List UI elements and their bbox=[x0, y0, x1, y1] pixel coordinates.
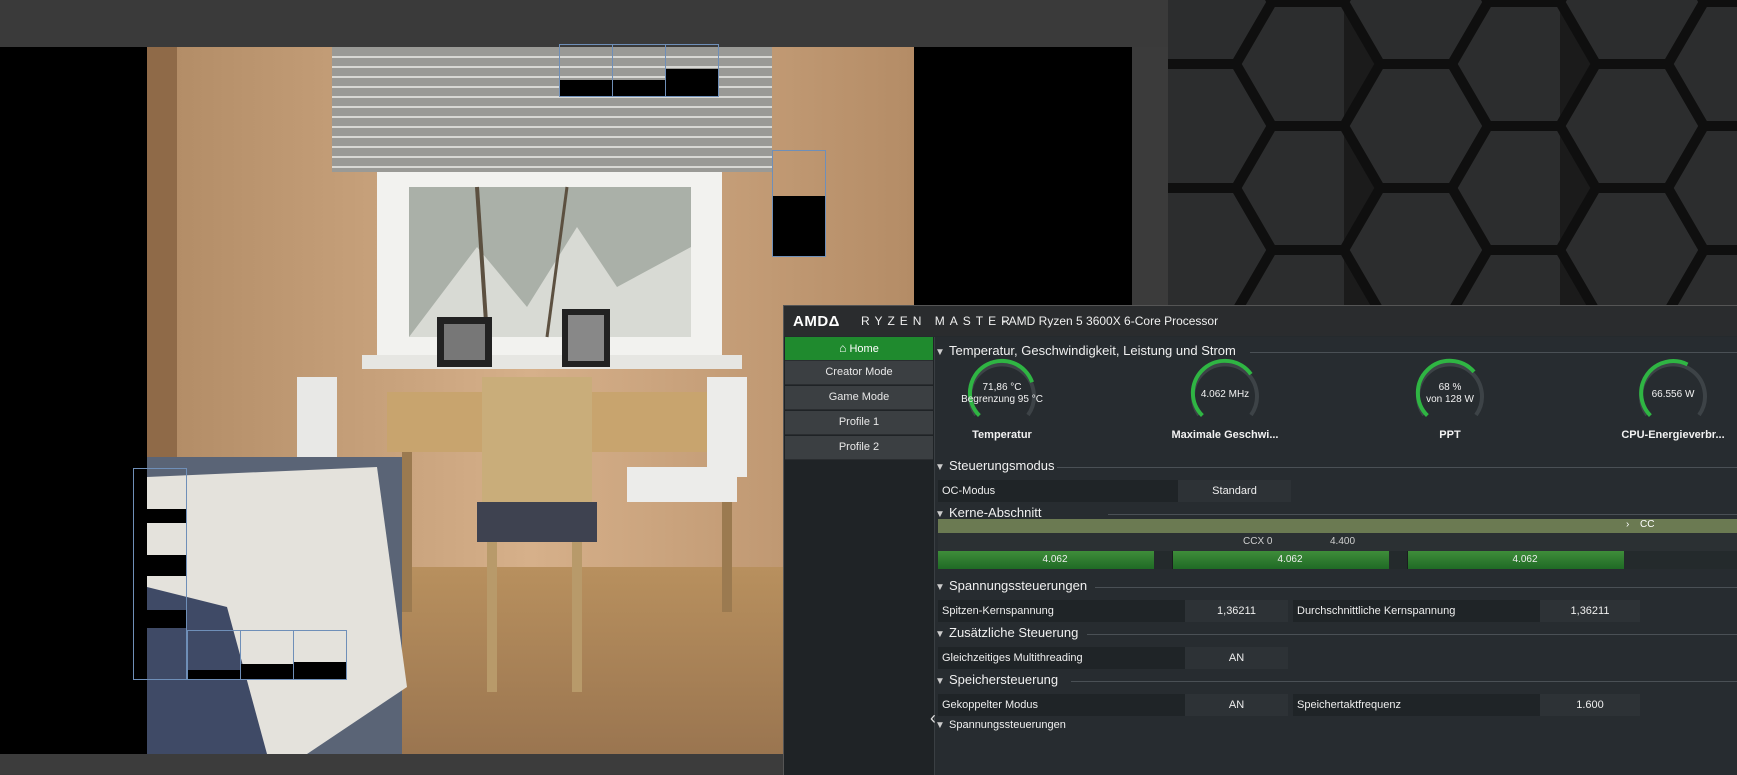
divider bbox=[1250, 352, 1737, 353]
ccd-header-bar[interactable]: › CC bbox=[938, 519, 1737, 533]
ccx-row: CCX 0 4.400 bbox=[938, 533, 1737, 551]
home-icon: ⌂ bbox=[839, 341, 847, 355]
sidebar-item-label: Game Mode bbox=[828, 391, 890, 403]
core-speed-value: 4.062 bbox=[1277, 554, 1303, 565]
sidebar: ⌂ Home Creator Mode Game Mode Profile 1 … bbox=[784, 337, 940, 775]
missing-tile bbox=[560, 80, 612, 96]
missing-tile bbox=[294, 662, 346, 679]
core-speed-value: 4.062 bbox=[1042, 554, 1068, 565]
divider bbox=[1095, 587, 1737, 588]
gauge-max-speed: 4.062 MHz Maximale Geschwi... bbox=[1155, 357, 1295, 449]
missing-tile bbox=[613, 80, 665, 96]
oc-mode-value[interactable]: Standard bbox=[1178, 480, 1291, 502]
sidebar-item-label: Profile 2 bbox=[838, 441, 880, 453]
main-panel: ▼ Temperatur, Geschwindigkeit, Leistung u… bbox=[935, 337, 1737, 775]
core-speed-bar: 4.062 bbox=[1173, 551, 1408, 569]
sidebar-item-home[interactable]: ⌂ Home bbox=[785, 337, 933, 361]
window-title: - AMD Ryzen 5 3600X 6-Core Processor bbox=[1002, 314, 1219, 328]
memory-clock-row: Speichertaktfrequenz 1.600 bbox=[1293, 694, 1737, 716]
section-header-memory[interactable]: ▼ Speichersteuerung bbox=[935, 672, 1737, 690]
gauge-value: 71,86 °C bbox=[982, 382, 1022, 393]
chevron-down-icon: ▼ bbox=[935, 629, 945, 640]
sidebar-item-label: Creator Mode bbox=[825, 366, 893, 378]
missing-tile bbox=[134, 509, 186, 523]
sidebar-item-label: Home bbox=[849, 343, 879, 355]
gauge-value: 68 % bbox=[1438, 382, 1462, 393]
coupled-mode-toggle[interactable]: AN bbox=[1185, 694, 1288, 716]
avg-voltage-value: 1,36211 bbox=[1540, 600, 1640, 622]
amd-logo: AMDΔ bbox=[793, 313, 840, 330]
sidebar-item-label: Profile 1 bbox=[838, 416, 880, 428]
core-speed-bar: 4.062 bbox=[1408, 551, 1642, 569]
divider bbox=[1108, 514, 1737, 515]
divider bbox=[1087, 634, 1737, 635]
missing-tile bbox=[666, 69, 718, 96]
missing-tile bbox=[188, 670, 240, 679]
viewer-toolbar bbox=[0, 0, 1168, 47]
section-header-voltage[interactable]: ▼ Spannungssteuerungen bbox=[935, 578, 1737, 596]
core-speeds-row: 4.062 4.062 4.062 bbox=[938, 551, 1737, 569]
setting-label: Durchschnittliche Kernspannung bbox=[1293, 600, 1540, 622]
smt-toggle[interactable]: AN bbox=[1185, 647, 1288, 669]
sidebar-item-profile-1[interactable]: Profile 1 bbox=[785, 411, 933, 435]
sidebar-item-creator-mode[interactable]: Creator Mode bbox=[785, 361, 933, 385]
missing-tile bbox=[134, 555, 186, 576]
chevron-down-icon: ▼ bbox=[935, 720, 945, 731]
sidebar-item-profile-2[interactable]: Profile 2 bbox=[785, 436, 933, 460]
gauge-temperature: 71,86 °C Begrenzung 95 °C Temperatur bbox=[932, 357, 1072, 449]
gauge-ppt: 68 % von 128 W PPT bbox=[1380, 357, 1520, 449]
app-brand: RYZEN MASTER bbox=[861, 314, 1015, 328]
section-header-additional[interactable]: ▼ Zusätzliche Steuerung bbox=[935, 625, 1737, 643]
oc-mode-row: OC-Modus Standard bbox=[938, 480, 1291, 502]
chevron-down-icon: ▼ bbox=[935, 462, 945, 473]
divider bbox=[1057, 467, 1737, 468]
avg-voltage-row: Durchschnittliche Kernspannung 1,36211 bbox=[1293, 600, 1737, 622]
peak-voltage-value: 1,36211 bbox=[1185, 600, 1288, 622]
missing-tile bbox=[773, 196, 825, 256]
max-core-speed: 4.400 bbox=[1330, 536, 1356, 547]
setting-label: Spitzen-Kernspannung bbox=[938, 600, 1185, 622]
ccx-label: CCX 0 bbox=[1243, 536, 1273, 547]
setting-label: Gekoppelter Modus bbox=[938, 694, 1185, 716]
chevron-down-icon: ▼ bbox=[935, 676, 945, 687]
ccd-label: CC bbox=[1640, 519, 1655, 530]
ryzen-master-window: AMDΔ RYZEN MASTER - AMD Ryzen 5 3600X 6-… bbox=[783, 305, 1737, 775]
chevron-right-icon: › bbox=[1626, 519, 1630, 530]
memory-clock-value: 1.600 bbox=[1540, 694, 1640, 716]
title-bar: AMDΔ RYZEN MASTER - AMD Ryzen 5 3600X 6-… bbox=[784, 306, 1737, 336]
gauge-value: 66.556 W bbox=[1651, 389, 1695, 400]
setting-label: OC-Modus bbox=[938, 480, 1178, 502]
gauge-value: 4.062 MHz bbox=[1200, 389, 1250, 400]
sidebar-item-game-mode[interactable]: Game Mode bbox=[785, 386, 933, 410]
peak-voltage-row: Spitzen-Kernspannung 1,36211 bbox=[938, 600, 1288, 622]
missing-tile bbox=[241, 664, 293, 679]
smt-row: Gleichzeitiges Multithreading AN bbox=[938, 647, 1288, 669]
divider bbox=[1071, 681, 1737, 682]
coupled-mode-row: Gekoppelter Modus AN bbox=[938, 694, 1288, 716]
setting-label: Gleichzeitiges Multithreading bbox=[938, 647, 1185, 669]
gauge-label: PPT bbox=[1439, 429, 1461, 441]
gauge-label: Temperatur bbox=[972, 429, 1032, 441]
chevron-down-icon: ▼ bbox=[935, 582, 945, 593]
section-header-control-mode[interactable]: ▼ Steuerungsmodus bbox=[935, 458, 1737, 476]
gauge-subvalue: von 128 W bbox=[1426, 394, 1474, 405]
core-speed-bar: 4.062 bbox=[938, 551, 1173, 569]
gauge-label: Maximale Geschwi... bbox=[1171, 429, 1279, 441]
setting-label: Speichertaktfrequenz bbox=[1293, 694, 1540, 716]
section-header-voltage-2[interactable]: ▼ Spannungssteuerungen bbox=[935, 719, 1737, 737]
core-speed-value: 4.062 bbox=[1512, 554, 1538, 565]
gauge-cpu-power: 66.556 W CPU-Energieverbr... bbox=[1603, 357, 1737, 449]
missing-tile bbox=[134, 610, 186, 628]
gauge-label: CPU-Energieverbr... bbox=[1621, 429, 1725, 441]
gauge-subvalue: Begrenzung 95 °C bbox=[961, 394, 1043, 405]
